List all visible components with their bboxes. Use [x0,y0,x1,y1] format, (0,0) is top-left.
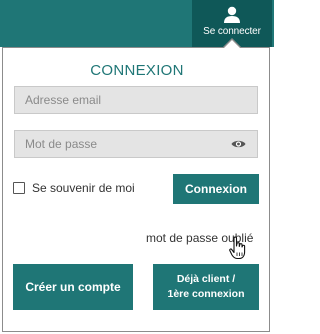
dropdown-caret [224,40,240,48]
login-button[interactable]: Connexion [173,174,259,204]
user-icon [224,6,240,23]
remember-me[interactable]: Se souvenir de moi [13,181,135,195]
account-button-label: Se connecter [203,26,261,37]
password-field[interactable] [14,130,258,158]
existing-client-line1: Déjà client / [176,273,236,285]
remember-me-checkbox[interactable] [13,182,25,194]
existing-client-line2: 1ère connexion [167,288,245,300]
existing-client-label: Déjà client / 1ère connexion [167,272,244,302]
eye-icon[interactable] [231,139,246,149]
remember-me-label: Se souvenir de moi [32,181,135,195]
existing-client-button[interactable]: Déjà client / 1ère connexion [153,264,259,310]
hand-cursor-icon [229,236,246,260]
login-title: CONNEXION [90,62,184,79]
email-field[interactable] [14,86,258,114]
create-account-button[interactable]: Créer un compte [13,264,133,310]
